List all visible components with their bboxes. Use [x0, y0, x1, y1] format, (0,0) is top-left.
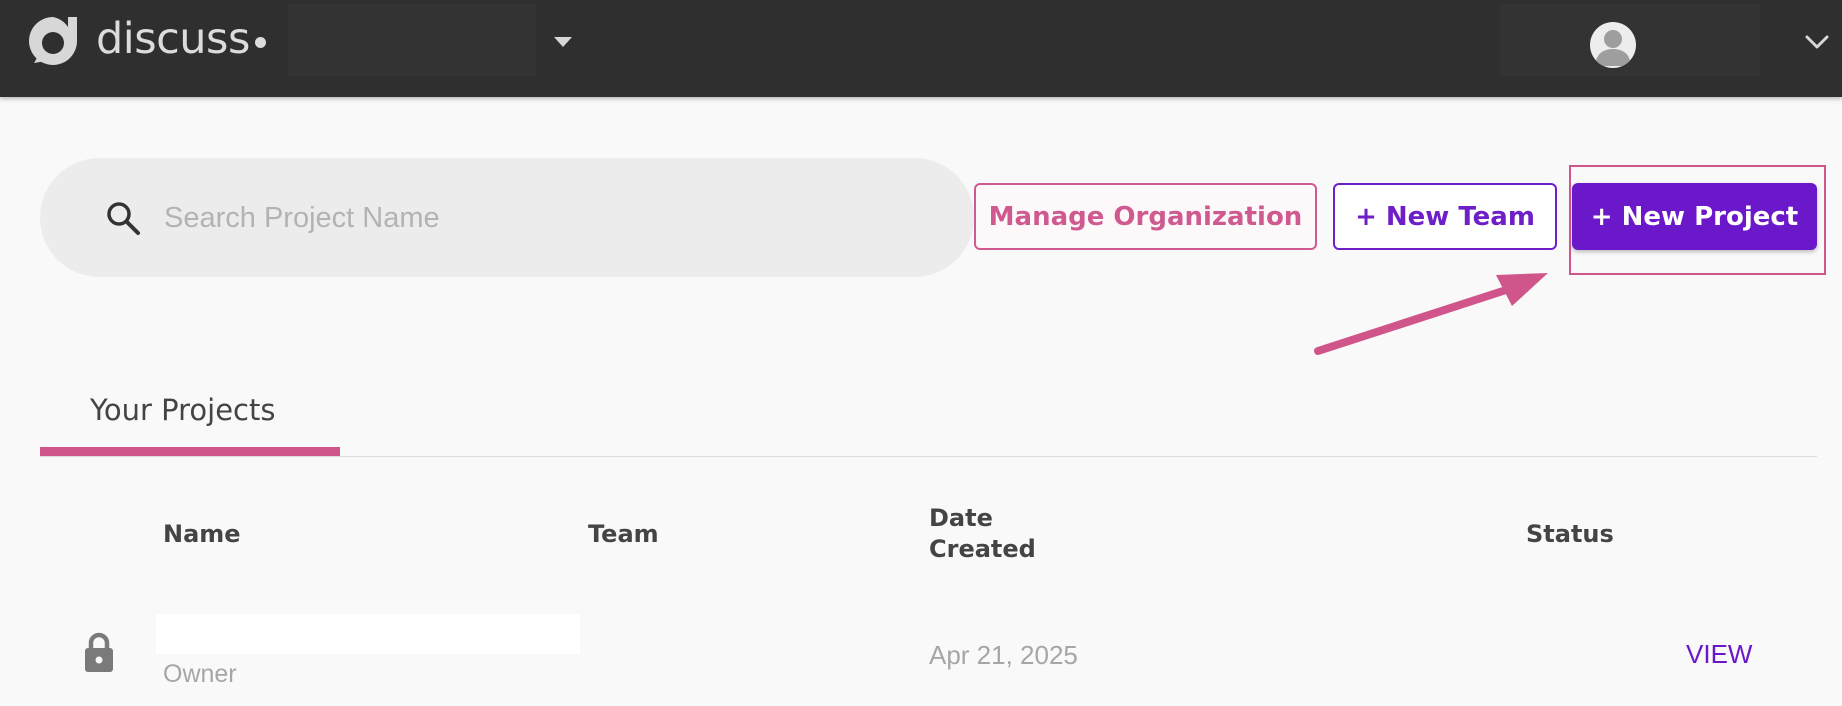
lock-icon: [85, 632, 113, 672]
column-header-team: Team: [588, 520, 659, 548]
organization-selector[interactable]: [288, 4, 536, 76]
discuss-logo-icon[interactable]: [24, 13, 82, 69]
column-header-date-line1: Date: [929, 504, 993, 532]
project-name-cell[interactable]: [156, 614, 580, 654]
project-date-created: Apr 21, 2025: [929, 640, 1078, 670]
chevron-down-icon[interactable]: [1804, 34, 1830, 50]
annotation-arrow: [1314, 273, 1548, 355]
column-header-date-line2: Created: [929, 535, 1036, 563]
user-silhouette-icon: [1595, 30, 1631, 66]
view-project-link[interactable]: VIEW: [1686, 639, 1752, 670]
caret-down-icon[interactable]: [552, 35, 574, 49]
tab-divider: [40, 456, 1817, 457]
logo-dot: [255, 37, 266, 48]
logo-text: discuss: [96, 14, 250, 64]
new-team-button[interactable]: + New Team: [1333, 183, 1557, 250]
column-header-name: Name: [163, 520, 241, 548]
search-icon: [107, 202, 140, 235]
top-navbar: discuss: [0, 0, 1842, 97]
project-role: Owner: [163, 660, 237, 688]
avatar[interactable]: [1590, 22, 1636, 68]
column-header-date-created: Date Created: [929, 503, 1036, 565]
manage-organization-button[interactable]: Manage Organization: [974, 183, 1317, 250]
highlight-box: [1569, 165, 1826, 275]
project-search-bar[interactable]: [40, 158, 974, 277]
search-input[interactable]: [164, 188, 924, 248]
column-header-status: Status: [1526, 520, 1614, 548]
tab-your-projects[interactable]: Your Projects: [90, 393, 275, 427]
